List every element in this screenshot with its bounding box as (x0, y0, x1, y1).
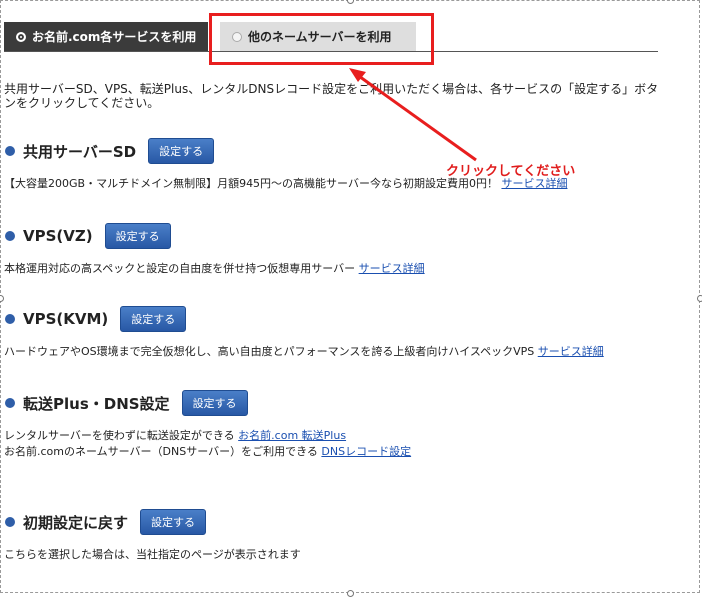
section-title: VPS(VZ) (23, 227, 93, 245)
section-title: VPS(KVM) (23, 310, 109, 328)
section-desc: 【大容量200GB・マルチドメイン無制限】月額945円〜の高機能サーバー今なら初… (4, 176, 567, 192)
section-reset: 初期設定に戻す 設定する こちらを選択した場合は、当社指定のページが表示されます (4, 509, 301, 563)
desc-text: 本格運用対応の高スペックと設定の自由度を併せ持つ仮想専用サーバー (4, 262, 359, 275)
desc-text: 【大容量200GB・マルチドメイン無制限】月額945円〜の高機能サーバー今なら初… (4, 177, 502, 190)
setup-button[interactable]: 設定する (120, 306, 187, 332)
bullet-icon (5, 517, 15, 527)
setup-button[interactable]: 設定する (148, 138, 215, 164)
bullet-icon (5, 314, 15, 324)
service-detail-link[interactable]: サービス詳細 (359, 262, 425, 275)
section-desc: ハードウェアやOS環境まで完全仮想化し、高い自由度とパフォーマンスを誇る上級者向… (4, 344, 604, 360)
setup-button[interactable]: 設定する (104, 223, 171, 249)
desc-text: レンタルサーバーを使わずに転送設定ができる (4, 429, 239, 442)
arrow-annotation (349, 68, 477, 162)
setup-button[interactable]: 設定する (181, 390, 248, 416)
section-desc: 本格運用対応の高スペックと設定の自由度を併せ持つ仮想専用サーバー サービス詳細 (4, 261, 425, 277)
section-desc: レンタルサーバーを使わずに転送設定ができる お名前.com 転送Plus お名前… (4, 428, 411, 460)
desc-text: お名前.comのネームサーバー（DNSサーバー）をご利用できる (4, 445, 322, 458)
dns-record-link[interactable]: DNSレコード設定 (321, 445, 411, 458)
section-vps-kvm: VPS(KVM) 設定する ハードウェアやOS環境まで完全仮想化し、高い自由度と… (4, 306, 604, 360)
section-title: 初期設定に戻す (23, 513, 129, 532)
service-detail-link[interactable]: サービス詳細 (501, 177, 567, 190)
section-title: 共用サーバーSD (23, 142, 137, 161)
bullet-icon (5, 398, 15, 408)
section-shared-server-sd: 共用サーバーSD 設定する 【大容量200GB・マルチドメイン無制限】月額945… (4, 138, 567, 192)
section-forward-dns: 転送Plus・DNS設定 設定する レンタルサーバーを使わずに転送設定ができる … (4, 390, 411, 460)
bullet-icon (5, 231, 15, 241)
section-title: 転送Plus・DNS設定 (23, 394, 170, 413)
forward-plus-link[interactable]: お名前.com 転送Plus (238, 429, 346, 442)
setup-button[interactable]: 設定する (140, 509, 207, 535)
bullet-icon (5, 146, 15, 156)
desc-text: こちらを選択した場合は、当社指定のページが表示されます (4, 548, 301, 561)
desc-text: ハードウェアやOS環境まで完全仮想化し、高い自由度とパフォーマンスを誇る上級者向… (4, 345, 538, 358)
section-vps-vz: VPS(VZ) 設定する 本格運用対応の高スペックと設定の自由度を併せ持つ仮想専… (4, 223, 425, 277)
section-desc: こちらを選択した場合は、当社指定のページが表示されます (4, 547, 301, 563)
service-detail-link[interactable]: サービス詳細 (538, 345, 604, 358)
